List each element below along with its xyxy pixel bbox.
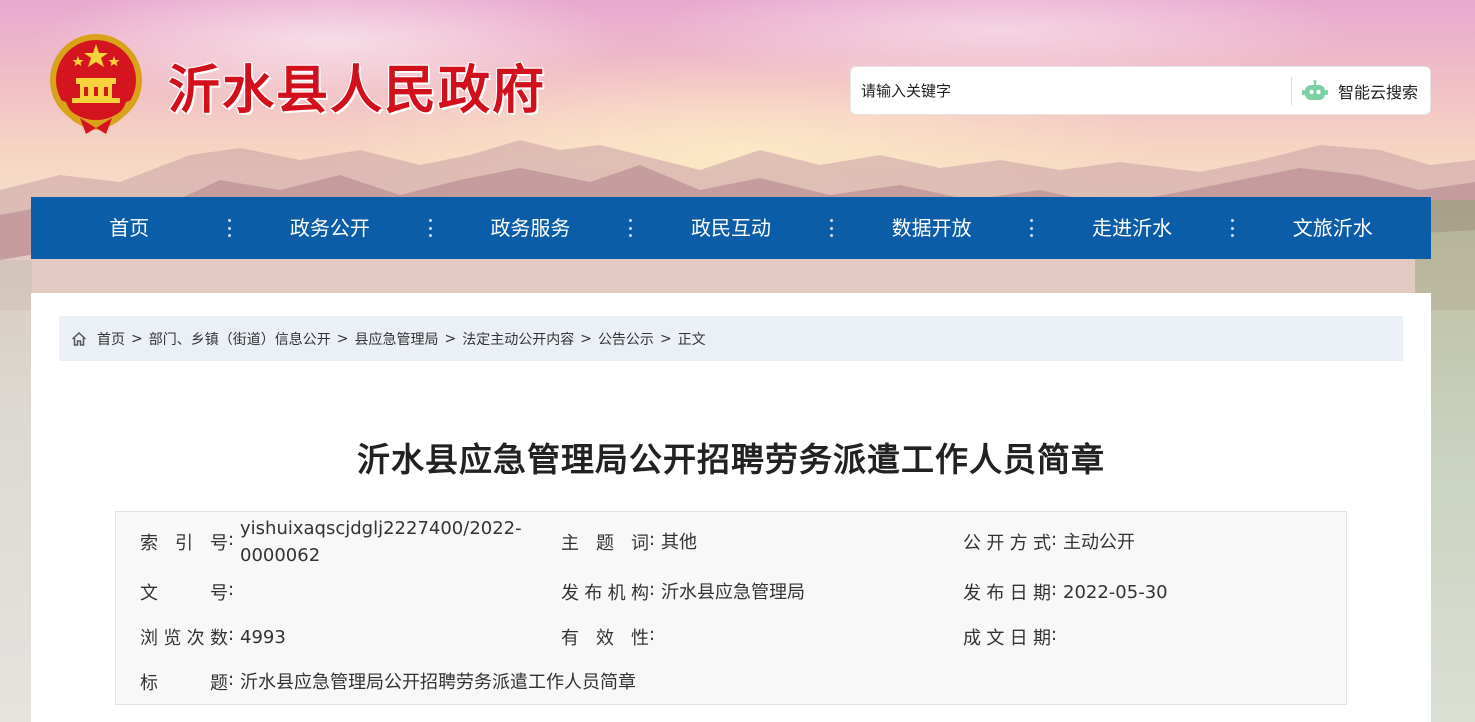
meta-validity: 有效性 :	[561, 624, 661, 650]
meta-value: 4993	[240, 627, 286, 648]
breadcrumb-home[interactable]: 首页	[97, 329, 125, 349]
meta-colon: :	[1051, 579, 1058, 600]
metadata-table: 索引号 : yishuixaqscjdglj2227400/2022- 0000…	[115, 511, 1347, 705]
meta-subject: 主题词 : 其他	[561, 529, 697, 556]
search-divider	[1290, 76, 1292, 105]
meta-label: 有效性	[561, 628, 649, 649]
meta-title: 标题 : 沂水县应急管理局公开招聘劳务派遣工作人员简章	[140, 669, 636, 696]
breadcrumb-separator: >	[580, 330, 592, 347]
search-button[interactable]: 智能云搜索	[1301, 79, 1430, 103]
meta-colon: :	[228, 579, 235, 600]
hills-left	[0, 260, 32, 722]
breadcrumb-separator: >	[336, 330, 349, 347]
meta-label: 索引号	[140, 533, 228, 554]
meta-colon: :	[228, 669, 235, 690]
meta-value: 主动公开	[1063, 532, 1135, 553]
nav-item-interaction[interactable]: 政民互动	[633, 197, 830, 259]
meta-value: 其他	[661, 532, 697, 553]
breadcrumb-announcements[interactable]: 公告公示	[598, 329, 654, 349]
content-panel: 首页 > 部门、乡镇（街道）信息公开 > 县应急管理局 > 法定主动公开内容 >…	[31, 293, 1431, 722]
meta-colon: :	[228, 529, 235, 550]
article-title: 沂水县应急管理局公开招聘劳务派遣工作人员简章	[357, 440, 1105, 479]
breadcrumb-separator: >	[131, 330, 143, 347]
meta-label: 文号	[140, 583, 228, 604]
nav-item-home[interactable]: 首页	[31, 197, 228, 259]
breadcrumb-dept-info[interactable]: 部门、乡镇（街道）信息公开	[149, 329, 331, 349]
meta-colon: :	[649, 579, 656, 600]
meta-publish-date: 发布日期 : 2022-05-30	[963, 579, 1168, 606]
home-icon[interactable]	[71, 331, 87, 347]
breadcrumb-statutory-content[interactable]: 法定主动公开内容	[462, 329, 574, 349]
meta-label: 主题词	[561, 533, 649, 554]
meta-written-date: 成文日期 :	[963, 624, 1063, 650]
meta-colon: :	[228, 624, 235, 645]
meta-label: 标题	[140, 673, 228, 694]
search-input[interactable]	[851, 67, 1291, 114]
breadcrumb-separator: >	[659, 330, 672, 347]
meta-index-no: 索引号 : yishuixaqscjdglj2227400/2022- 0000…	[140, 515, 540, 569]
meta-value: 沂水县应急管理局公开招聘劳务派遣工作人员简章	[240, 672, 636, 693]
main-nav: 首页 政务公开 政务服务 政民互动 数据开放 走进沂水 文旅沂水	[31, 197, 1431, 259]
breadcrumb-separator: >	[444, 330, 457, 347]
meta-label: 浏览次数	[140, 628, 228, 649]
nav-item-about[interactable]: 走进沂水	[1034, 197, 1231, 259]
meta-label: 发布机构	[561, 583, 649, 604]
meta-colon: :	[1051, 529, 1058, 550]
robot-icon	[1301, 79, 1328, 100]
breadcrumb: 首页 > 部门、乡镇（街道）信息公开 > 县应急管理局 > 法定主动公开内容 >…	[59, 316, 1403, 361]
meta-index-line1: yishuixaqscjdglj2227400/2022-	[240, 518, 522, 539]
nav-item-gov-services[interactable]: 政务服务	[432, 197, 629, 259]
meta-views: 浏览次数 : 4993	[140, 624, 286, 651]
meta-publisher: 发布机构 : 沂水县应急管理局	[561, 579, 805, 606]
meta-label: 公开方式	[963, 533, 1051, 554]
breadcrumb-current: 正文	[677, 331, 706, 348]
meta-colon: :	[1051, 624, 1058, 645]
nav-item-open-data[interactable]: 数据开放	[833, 197, 1030, 259]
search-box: 智能云搜索	[850, 66, 1431, 115]
meta-open-mode: 公开方式 : 主动公开	[963, 529, 1135, 556]
meta-colon: :	[649, 624, 656, 645]
meta-index-line2: 0000062	[240, 545, 321, 566]
nav-item-culture-tourism[interactable]: 文旅沂水	[1234, 197, 1431, 259]
meta-label: 成文日期	[963, 628, 1051, 649]
search-button-label: 智能云搜索	[1337, 82, 1418, 102]
nav-item-gov-affairs-open[interactable]: 政务公开	[232, 197, 429, 259]
meta-label: 发布日期	[963, 583, 1051, 604]
meta-value: 沂水县应急管理局	[661, 582, 805, 603]
meta-doc-no: 文号 :	[140, 579, 240, 605]
national-emblem-icon	[50, 34, 142, 134]
meta-value: 2022-05-30	[1063, 582, 1168, 603]
breadcrumb-emergency-bureau[interactable]: 县应急管理局	[354, 329, 438, 349]
site-title: 沂水县人民政府	[168, 61, 547, 121]
meta-value: yishuixaqscjdglj2227400/2022- 0000062	[240, 515, 540, 569]
meta-colon: :	[649, 529, 656, 550]
